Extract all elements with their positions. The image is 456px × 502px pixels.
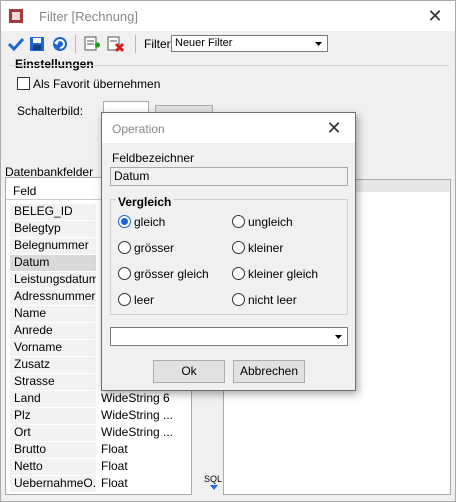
radio-nicht-leer[interactable] — [232, 293, 245, 306]
table-row[interactable]: Netto Float — [6, 458, 191, 475]
table-row[interactable]: Plz WideString... — [6, 407, 191, 424]
filter-select[interactable]: Neuer Filter — [171, 35, 328, 52]
favorite-label: Als Favorit übernehmen — [33, 77, 161, 91]
cell-name: Datum — [10, 255, 96, 271]
cell-type: WideString — [101, 408, 160, 422]
undo-icon[interactable] — [51, 35, 69, 53]
cell-name: Vorname — [10, 340, 96, 356]
cell-name: Name — [10, 306, 96, 322]
compare-group-title: Vergleich — [116, 195, 174, 209]
radio-label-nicht-leer: nicht leer — [248, 293, 297, 307]
table-row[interactable]: UebernahmeO... Float — [6, 475, 191, 492]
cell-name: Ort — [10, 425, 96, 441]
ok-button[interactable]: Ok — [153, 360, 225, 383]
cell-name: Plz — [10, 408, 96, 424]
chevron-down-icon — [335, 335, 342, 339]
title-bar: Filter [Rechnung] ✕ — [1, 1, 455, 31]
cell-type: Float — [101, 459, 128, 473]
dialog-title: Operation — [112, 122, 165, 136]
radio-label-ungleich: ungleich — [248, 215, 293, 229]
settings-group-title: Einstellungen — [15, 57, 94, 71]
dialog-title-bar: Operation ✕ — [102, 113, 355, 143]
radio-gleich[interactable] — [118, 215, 131, 228]
cell-name: Belegnummer — [10, 238, 96, 254]
cell-name: Zusatz — [10, 357, 96, 373]
field-name-input: Datum — [110, 167, 348, 186]
cell-type: Float — [101, 476, 128, 490]
cell-name: Brutto — [10, 442, 96, 458]
sql-label: SQL — [204, 474, 223, 484]
sql-dropdown-icon[interactable] — [210, 485, 218, 490]
button-image-label: Schalterbild: — [17, 104, 84, 118]
delete-filter-icon[interactable] — [106, 35, 124, 53]
window-title: Filter [Rechnung] — [39, 9, 138, 24]
radio-ungleich[interactable] — [232, 215, 245, 228]
cell-type: Float — [101, 442, 128, 456]
cell-name: Land — [10, 391, 96, 407]
favorite-checkbox[interactable] — [17, 77, 30, 90]
radio-kleiner-gleich[interactable] — [232, 267, 245, 280]
radio-groesser-gleich[interactable] — [118, 267, 131, 280]
cancel-button[interactable]: Abbrechen — [233, 360, 305, 383]
table-row[interactable]: Land WideString 6 — [6, 390, 191, 407]
cell-name: Netto — [10, 459, 96, 475]
check-icon[interactable] — [7, 35, 25, 53]
radio-kleiner[interactable] — [232, 241, 245, 254]
cell-name: Strasse — [10, 374, 96, 390]
dialog-close-button[interactable]: ✕ — [324, 118, 344, 138]
cell-name: Adressnummer — [10, 289, 96, 305]
radio-label-kleiner: kleiner — [248, 241, 284, 255]
table-row[interactable]: Ort WideString... — [6, 424, 191, 441]
field-name-label: Feldbezeichner — [112, 151, 195, 165]
filter-window: Filter [Rechnung] ✕ Filter Neuer Filter … — [0, 0, 456, 502]
radio-leer[interactable] — [118, 293, 131, 306]
cell-name: UebernahmeO... — [10, 476, 96, 492]
cell-type: WideString — [101, 425, 160, 439]
radio-label-groesser: grösser — [134, 241, 175, 255]
add-filter-icon[interactable] — [83, 35, 101, 53]
close-button[interactable]: ✕ — [425, 6, 445, 26]
cell-size: 6 — [163, 391, 170, 405]
radio-groesser[interactable] — [118, 241, 131, 254]
toolbar-separator — [135, 35, 136, 53]
cell-name: BELEG_ID — [10, 204, 96, 220]
operation-dialog: Operation ✕ Feldbezeichner Datum Verglei… — [101, 112, 356, 391]
filter-label: Filter — [144, 37, 171, 51]
chevron-down-icon — [315, 42, 322, 46]
filter-select-value: Neuer Filter — [175, 37, 233, 49]
cell-size: ... — [163, 425, 174, 439]
cell-name: Leistungsdatum — [10, 272, 96, 288]
cell-size: ... — [163, 408, 174, 422]
table-row[interactable]: Brutto Float — [6, 441, 191, 458]
radio-label-kleiner-gleich: kleiner gleich — [248, 267, 319, 281]
radio-label-groesser-gleich: grösser gleich — [134, 267, 209, 281]
settings-divider — [9, 65, 449, 66]
save-icon[interactable] — [28, 35, 46, 53]
cell-name: Anrede — [10, 323, 96, 339]
column-header-feld: Feld — [13, 184, 37, 198]
value-select[interactable] — [110, 327, 348, 346]
cell-type: WideString — [101, 391, 160, 405]
toolbar-separator — [75, 35, 76, 53]
cell-name: Belegtyp — [10, 221, 96, 237]
radio-label-leer: leer — [134, 293, 155, 307]
app-icon — [9, 9, 23, 23]
radio-label-gleich: gleich — [134, 215, 166, 229]
